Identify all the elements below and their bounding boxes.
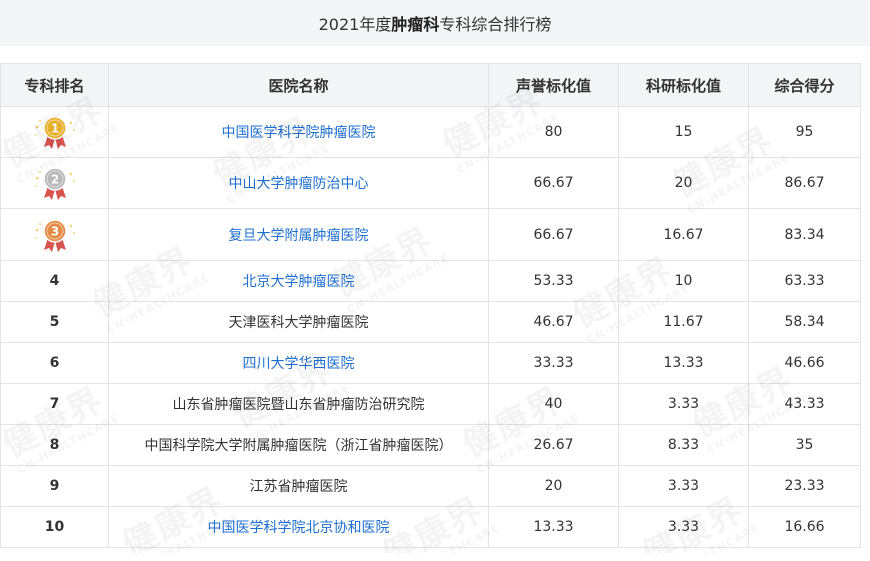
hospital-link[interactable]: 复旦大学附属肿瘤医院 bbox=[229, 228, 369, 244]
research-value: 10 bbox=[618, 260, 749, 302]
total-score: 35 bbox=[748, 424, 861, 466]
hospital-link[interactable]: 四川大学华西医院 bbox=[243, 356, 355, 372]
hospital-cell: 四川大学华西医院 bbox=[108, 342, 489, 384]
table-header-row: 专科排名 医院名称 声誉标化值 科研标化值 综合得分 bbox=[0, 63, 861, 107]
hospital-link[interactable]: 中国医学科学院北京协和医院 bbox=[208, 520, 390, 536]
table-row: 8 中国科学院大学附属肿瘤医院（浙江省肿瘤医院） 26.67 8.33 35 bbox=[0, 424, 861, 466]
total-score: 23.33 bbox=[748, 465, 861, 507]
rank-number: 10 bbox=[44, 519, 65, 535]
rank-number: 6 bbox=[49, 355, 60, 371]
ranking-table-container: 专科排名 医院名称 声誉标化值 科研标化值 综合得分 1 中国医学科学院肿瘤医院 8… bbox=[0, 63, 861, 548]
bronze-medal-icon: 3 bbox=[34, 218, 75, 252]
total-score: 63.33 bbox=[748, 260, 861, 302]
table-row: 10 中国医学科学院北京协和医院 13.33 3.33 16.66 bbox=[0, 506, 861, 548]
hospital-cell: 江苏省肿瘤医院 bbox=[108, 465, 489, 507]
rank-cell: 4 bbox=[0, 260, 109, 302]
hospital-cell: 中山大学肿瘤防治中心 bbox=[108, 157, 489, 209]
research-value: 16.67 bbox=[618, 208, 749, 261]
total-score: 95 bbox=[748, 106, 861, 158]
reputation-value: 53.33 bbox=[488, 260, 619, 302]
research-value: 13.33 bbox=[618, 342, 749, 384]
rank-cell: 5 bbox=[0, 301, 109, 343]
reputation-value: 13.33 bbox=[488, 506, 619, 548]
reputation-value: 40 bbox=[488, 383, 619, 425]
research-value: 15 bbox=[618, 106, 749, 158]
hospital-cell: 天津医科大学肿瘤医院 bbox=[108, 301, 489, 343]
total-score: 46.66 bbox=[748, 342, 861, 384]
research-value: 3.33 bbox=[618, 506, 749, 548]
total-score: 43.33 bbox=[748, 383, 861, 425]
reputation-value: 66.67 bbox=[488, 157, 619, 209]
medal-number: 2 bbox=[50, 173, 58, 187]
reputation-value: 33.33 bbox=[488, 342, 619, 384]
ranking-table: 专科排名 医院名称 声誉标化值 科研标化值 综合得分 1 中国医学科学院肿瘤医院 8… bbox=[0, 63, 861, 548]
rank-number: 4 bbox=[49, 273, 60, 289]
column-header-reputation: 声誉标化值 bbox=[488, 63, 619, 107]
rank-number: 9 bbox=[49, 478, 60, 494]
table-row: 4 北京大学肿瘤医院 53.33 10 63.33 bbox=[0, 260, 861, 302]
table-row: 6 四川大学华西医院 33.33 13.33 46.66 bbox=[0, 342, 861, 384]
table-row: 7 山东省肿瘤医院暨山东省肿瘤防治研究院 40 3.33 43.33 bbox=[0, 383, 861, 425]
research-value: 3.33 bbox=[618, 465, 749, 507]
research-value: 11.67 bbox=[618, 301, 749, 343]
hospital-cell: 山东省肿瘤医院暨山东省肿瘤防治研究院 bbox=[108, 383, 489, 425]
rank-cell: 2 bbox=[0, 157, 109, 209]
title-year: 2021年度 bbox=[318, 15, 392, 34]
page-title: 2021年度 肿瘤科 专科综合排行榜 bbox=[0, 0, 870, 46]
research-value: 3.33 bbox=[618, 383, 749, 425]
rank-number: 7 bbox=[49, 396, 60, 412]
silver-medal-icon: 2 bbox=[34, 167, 75, 200]
reputation-value: 20 bbox=[488, 465, 619, 507]
medal-number: 1 bbox=[50, 122, 58, 136]
hospital-link[interactable]: 中国医学科学院肿瘤医院 bbox=[222, 125, 376, 141]
hospital-name: 天津医科大学肿瘤医院 bbox=[228, 315, 369, 331]
rank-cell: 8 bbox=[0, 424, 109, 466]
gold-medal-icon: 1 bbox=[34, 116, 75, 149]
hospital-cell: 中国科学院大学附属肿瘤医院（浙江省肿瘤医院） bbox=[108, 424, 489, 466]
rank-cell: 7 bbox=[0, 383, 109, 425]
table-row: 5 天津医科大学肿瘤医院 46.67 11.67 58.34 bbox=[0, 301, 861, 343]
total-score: 58.34 bbox=[748, 301, 861, 343]
column-header-hospital: 医院名称 bbox=[108, 63, 489, 107]
column-header-rank: 专科排名 bbox=[0, 63, 109, 107]
hospital-cell: 中国医学科学院肿瘤医院 bbox=[108, 106, 489, 158]
table-row: 9 江苏省肿瘤医院 20 3.33 23.33 bbox=[0, 465, 861, 507]
column-header-total: 综合得分 bbox=[748, 63, 861, 107]
total-score: 86.67 bbox=[748, 157, 861, 209]
hospital-link[interactable]: 北京大学肿瘤医院 bbox=[243, 274, 355, 290]
rank-cell: 3 bbox=[0, 208, 109, 261]
total-score: 83.34 bbox=[748, 208, 861, 261]
hospital-cell: 中国医学科学院北京协和医院 bbox=[108, 506, 489, 548]
rank-cell: 9 bbox=[0, 465, 109, 507]
hospital-name: 江苏省肿瘤医院 bbox=[249, 479, 348, 495]
hospital-link[interactable]: 中山大学肿瘤防治中心 bbox=[229, 176, 369, 192]
reputation-value: 66.67 bbox=[488, 208, 619, 261]
rank-number: 8 bbox=[49, 437, 60, 453]
rank-cell: 10 bbox=[0, 506, 109, 548]
research-value: 8.33 bbox=[618, 424, 749, 466]
rank-cell: 1 bbox=[0, 106, 109, 158]
hospital-cell: 复旦大学附属肿瘤医院 bbox=[108, 208, 489, 261]
medal-number: 3 bbox=[50, 224, 58, 238]
reputation-value: 46.67 bbox=[488, 301, 619, 343]
reputation-value: 26.67 bbox=[488, 424, 619, 466]
table-row: 2 中山大学肿瘤防治中心 66.67 20 86.67 bbox=[0, 157, 861, 209]
hospital-name: 山东省肿瘤医院暨山东省肿瘤防治研究院 bbox=[172, 397, 425, 413]
rank-number: 5 bbox=[49, 314, 60, 330]
table-row: 3 复旦大学附属肿瘤医院 66.67 16.67 83.34 bbox=[0, 208, 861, 261]
column-header-research: 科研标化值 bbox=[618, 63, 749, 107]
title-rest: 专科综合排行榜 bbox=[439, 15, 552, 34]
rank-cell: 6 bbox=[0, 342, 109, 384]
table-row: 1 中国医学科学院肿瘤医院 80 15 95 bbox=[0, 106, 861, 158]
hospital-cell: 北京大学肿瘤医院 bbox=[108, 260, 489, 302]
reputation-value: 80 bbox=[488, 106, 619, 158]
total-score: 16.66 bbox=[748, 506, 861, 548]
research-value: 20 bbox=[618, 157, 749, 209]
hospital-name: 中国科学院大学附属肿瘤医院（浙江省肿瘤医院） bbox=[144, 438, 453, 454]
title-specialty: 肿瘤科 bbox=[391, 15, 440, 34]
